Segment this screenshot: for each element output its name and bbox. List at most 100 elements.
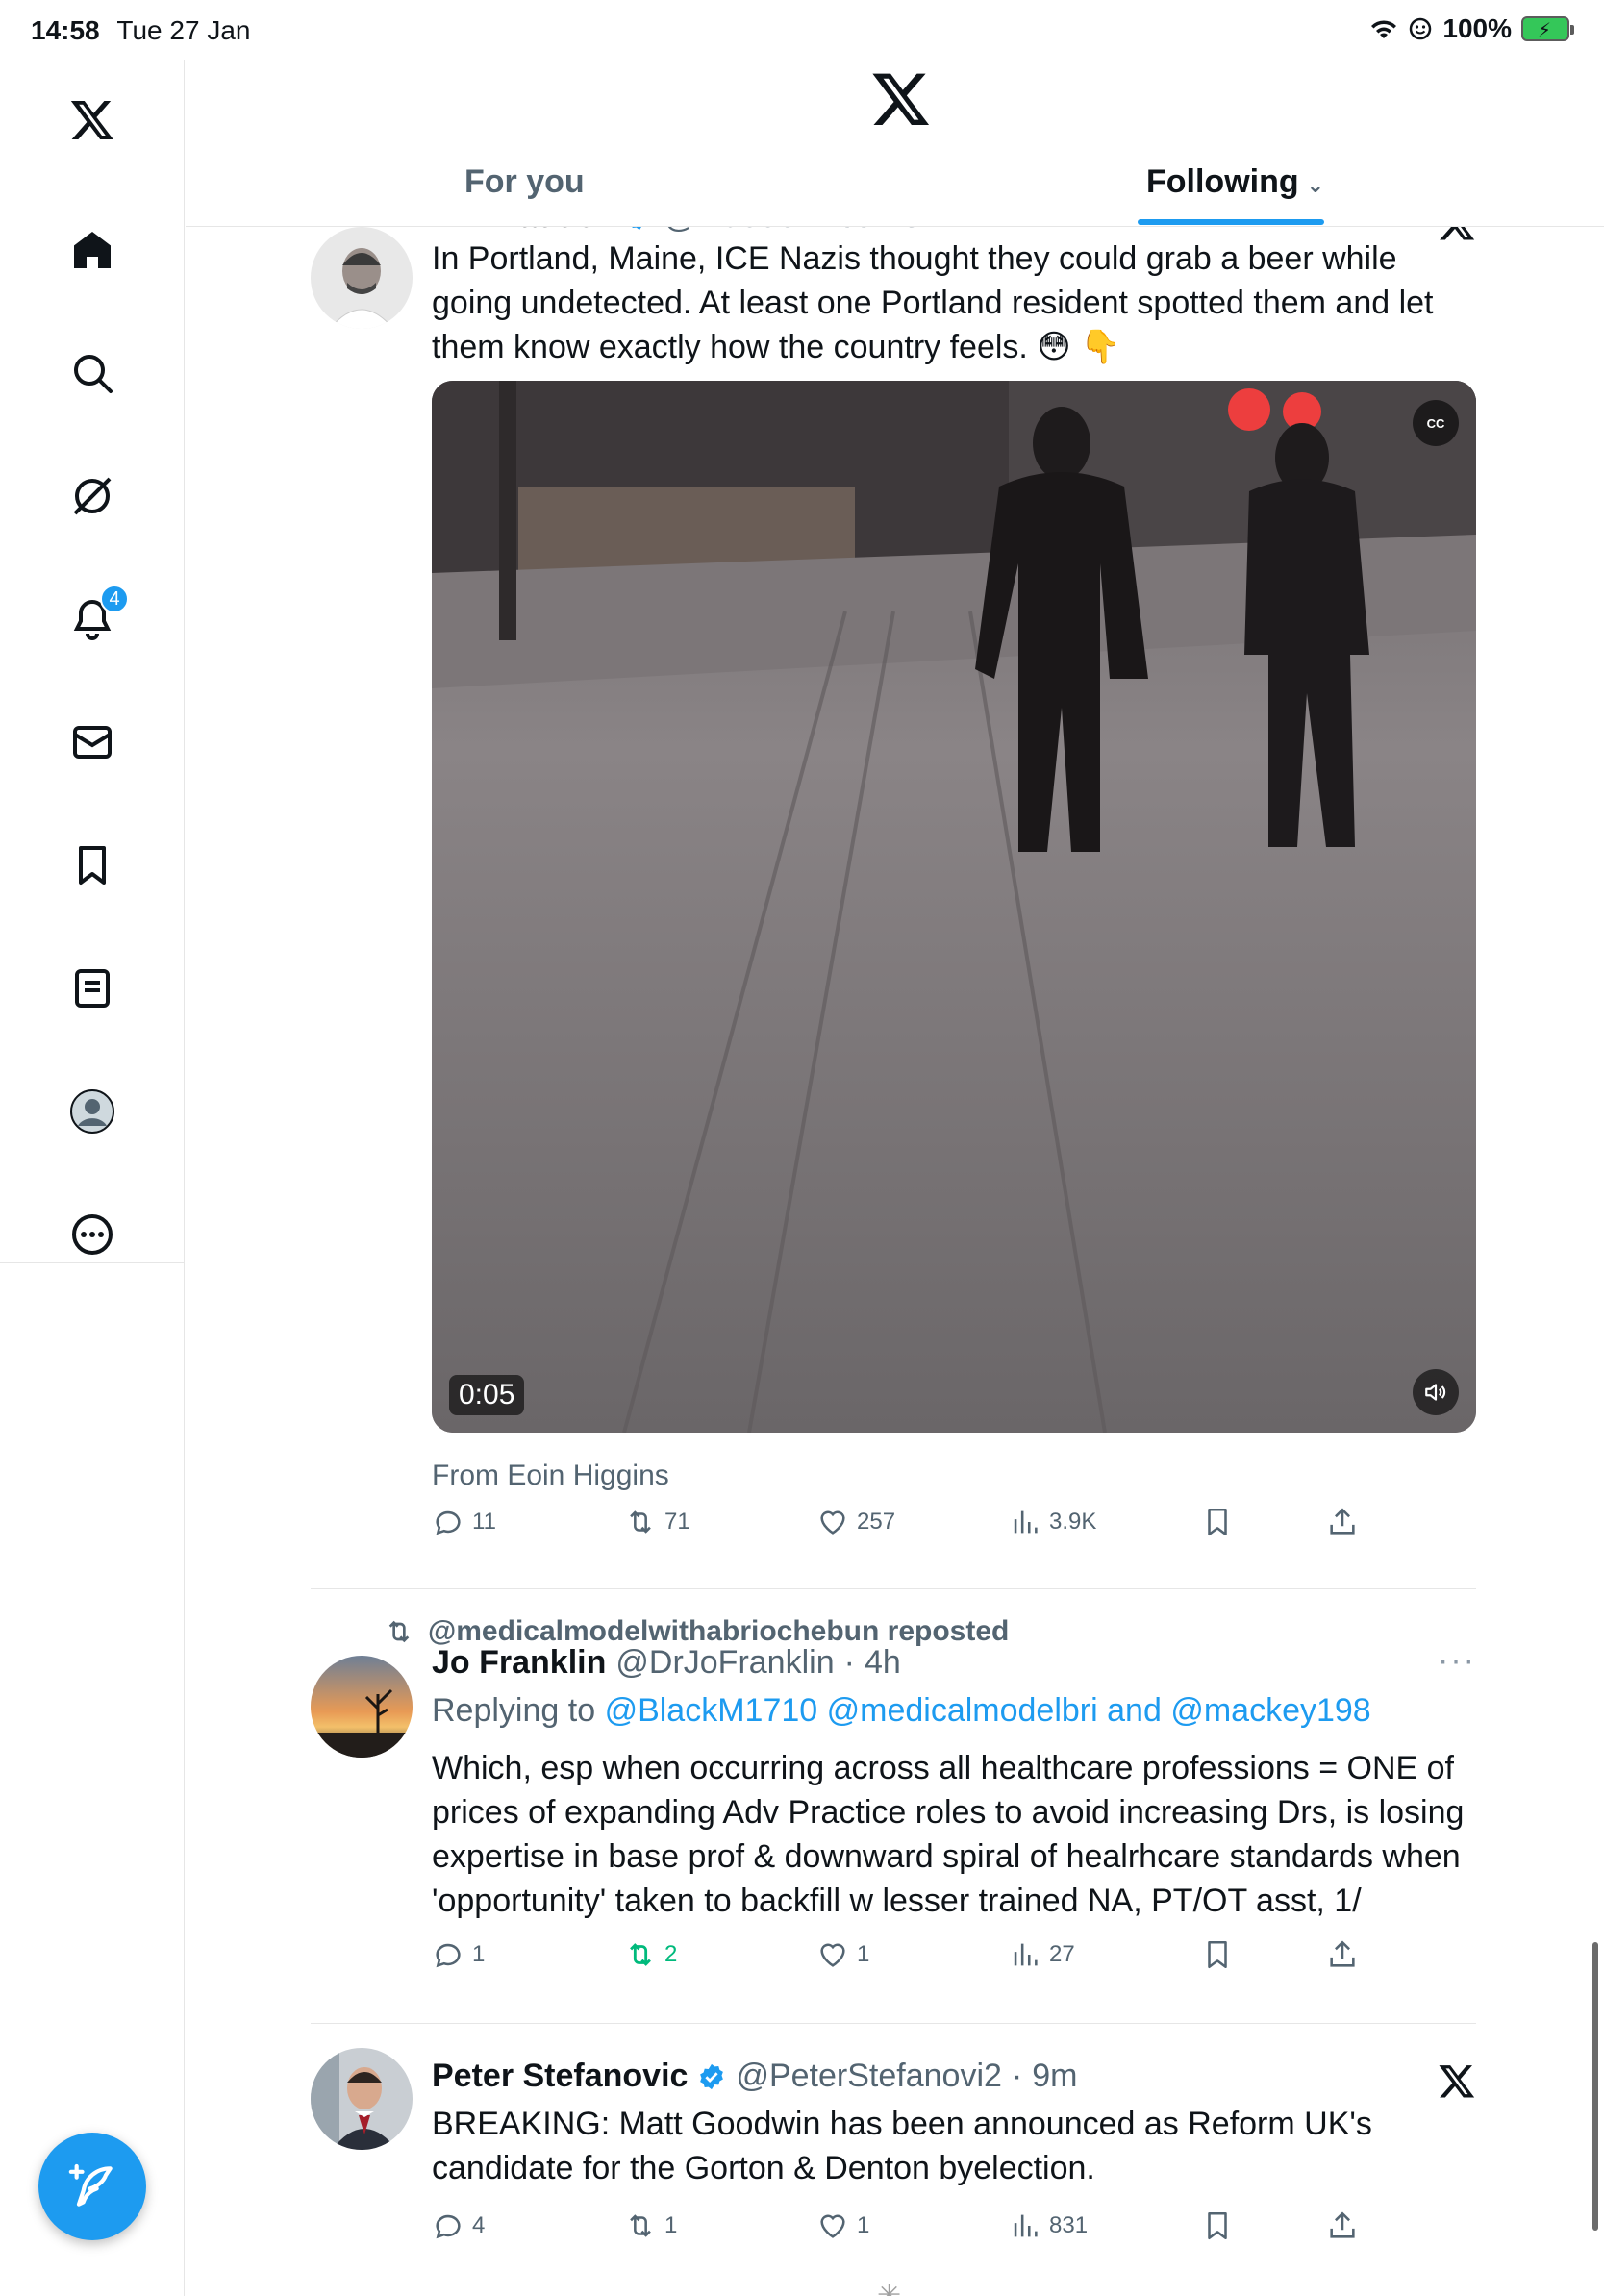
author-name[interactable]: Jo Franklin <box>432 1644 606 1682</box>
compose-button[interactable] <box>38 2133 146 2240</box>
avatar[interactable] <box>311 227 413 329</box>
author-handle[interactable]: @DrJoFranklin <box>615 1644 834 1682</box>
like-count: 1 <box>857 1941 870 1967</box>
reply-button[interactable]: 1 <box>432 1938 485 1971</box>
post-header: Jo Franklin @DrJoFranklin · 4h <box>432 1644 901 1682</box>
x-logo-icon[interactable] <box>62 88 123 150</box>
author-name[interactable]: Bill Madden <box>432 227 615 236</box>
tab-for-you[interactable]: For you <box>464 163 585 201</box>
post-header: Peter Stefanovic @PeterStefanovi2 · 9m <box>432 2058 1077 2095</box>
bookmark-icon[interactable] <box>62 835 123 896</box>
heart-icon <box>820 1943 845 1967</box>
repost-icon <box>388 1620 410 1643</box>
video-attribution[interactable]: From Eoin Higgins <box>432 1460 669 1492</box>
post-time[interactable]: 9m <box>1032 2058 1077 2095</box>
share-icon <box>1330 2211 1355 2238</box>
repost-icon <box>630 2214 651 2237</box>
focus-icon <box>1410 17 1432 40</box>
grok-icon[interactable] <box>62 465 123 527</box>
scrollbar[interactable] <box>1592 1942 1598 2231</box>
chevron-down-icon: ⌄ <box>1306 173 1325 197</box>
views-button[interactable]: 831 <box>1009 2209 1088 2242</box>
x-logo-icon[interactable] <box>870 67 932 129</box>
active-tab-indicator <box>1138 219 1324 225</box>
like-button[interactable]: 1 <box>816 1938 869 1971</box>
battery-percent: 100% <box>1442 13 1512 43</box>
post-actions: 4 1 1 831 <box>432 2209 1480 2252</box>
bookmark-button[interactable] <box>1201 2209 1234 2242</box>
avatar[interactable] <box>311 1656 413 1758</box>
bookmark-button[interactable] <box>1201 1506 1234 1538</box>
views-icon <box>1014 1510 1038 1534</box>
dot-separator: · <box>1011 2058 1023 2094</box>
notification-badge: 4 <box>100 585 129 613</box>
reply-icon <box>436 1510 461 1535</box>
dot-separator: · <box>843 1644 855 1681</box>
share-button[interactable] <box>1326 2209 1359 2242</box>
author-handle[interactable]: @PeterStefanovi2 <box>736 2058 1001 2095</box>
repost-button[interactable]: 1 <box>624 2209 677 2242</box>
like-button[interactable]: 257 <box>816 1506 895 1538</box>
avatar[interactable] <box>311 2048 413 2150</box>
video-frame <box>432 381 1476 1433</box>
post-header: Bill Madden @maddenifico · 57m <box>432 227 966 236</box>
bookmark-icon <box>1208 1940 1227 1969</box>
post-time[interactable]: 57m <box>903 227 966 236</box>
reposted-by-text: @medicalmodelwithabriochebun reposted <box>428 1615 1010 1647</box>
status-indicators: 100% ⚡ <box>1369 13 1574 44</box>
date: Tue 27 Jan <box>116 15 251 45</box>
replying-handles[interactable]: @BlackM1710 @medicalmodelbri <box>605 1692 1098 1729</box>
bookmark-button[interactable] <box>1201 1938 1234 1971</box>
battery-icon: ⚡ <box>1521 16 1574 41</box>
heart-icon <box>820 2214 845 2238</box>
post-divider <box>311 1588 1476 1589</box>
verified-badge-icon <box>632 227 641 230</box>
video-duration: 0:05 <box>449 1375 525 1415</box>
bookmark-icon <box>1208 1508 1227 1536</box>
tab-following-label: Following <box>1146 163 1299 200</box>
author-handle[interactable]: @maddenifico <box>664 227 873 236</box>
views-icon <box>1014 1943 1038 1966</box>
like-button[interactable]: 1 <box>816 2209 869 2242</box>
repost-context[interactable]: @medicalmodelwithabriochebun reposted <box>384 1615 1009 1648</box>
post-peter-stefanovic[interactable]: Peter Stefanovic @PeterStefanovi2 · 9m B… <box>311 2044 1476 2294</box>
mail-icon[interactable] <box>62 711 123 773</box>
volume-button[interactable] <box>1413 1369 1459 1415</box>
views-button[interactable]: 27 <box>1009 1938 1075 1971</box>
profile-icon[interactable] <box>62 1081 123 1142</box>
view-count: 831 <box>1049 2212 1089 2238</box>
post-bill-madden[interactable]: Bill Madden @maddenifico · 57m In Portla… <box>311 227 1476 1544</box>
search-icon[interactable] <box>62 342 123 404</box>
captions-button[interactable]: CC <box>1413 400 1459 446</box>
wifi-icon <box>1371 20 1397 38</box>
more-icon[interactable] <box>62 1204 123 1265</box>
repost-count: 1 <box>664 2212 678 2238</box>
repost-icon <box>630 1510 651 1534</box>
more-options-icon[interactable]: ··· <box>1438 1642 1476 1680</box>
replying-and: and <box>1107 1692 1162 1729</box>
verified-badge-icon <box>700 2063 724 2089</box>
grok-x-icon[interactable] <box>1438 2061 1476 2100</box>
timeline-feed[interactable]: Bill Madden @maddenifico · 57m In Portla… <box>186 227 1604 2296</box>
post-text: Which, esp when occurring across all hea… <box>432 1750 1465 1919</box>
views-icon <box>1014 2214 1038 2237</box>
reply-button[interactable]: 11 <box>432 1506 496 1538</box>
reply-count: 1 <box>472 1941 486 1967</box>
video-player[interactable]: CC 0:05 <box>432 381 1476 1433</box>
author-name[interactable]: Peter Stefanovic <box>432 2058 688 2095</box>
tab-following[interactable]: Following ⌄ <box>1146 163 1324 201</box>
like-count: 1 <box>857 2212 870 2238</box>
replying-to: Replying to @BlackM1710 @medicalmodelbri… <box>432 1692 1371 1730</box>
home-icon[interactable] <box>62 219 123 281</box>
replying-last-handle[interactable]: @mackey198 <box>1170 1692 1370 1729</box>
reply-button[interactable]: 4 <box>432 2209 485 2242</box>
share-button[interactable] <box>1326 1938 1359 1971</box>
status-time: 14:58 Tue 27 Jan <box>31 15 250 46</box>
repost-button[interactable]: 2 <box>624 1938 677 1971</box>
notifications-button[interactable]: 4 <box>62 585 129 650</box>
share-button[interactable] <box>1326 1506 1359 1538</box>
views-button[interactable]: 3.9K <box>1009 1506 1096 1538</box>
post-time[interactable]: 4h <box>865 1644 901 1682</box>
repost-button[interactable]: 71 <box>624 1506 690 1538</box>
list-icon[interactable] <box>62 958 123 1019</box>
